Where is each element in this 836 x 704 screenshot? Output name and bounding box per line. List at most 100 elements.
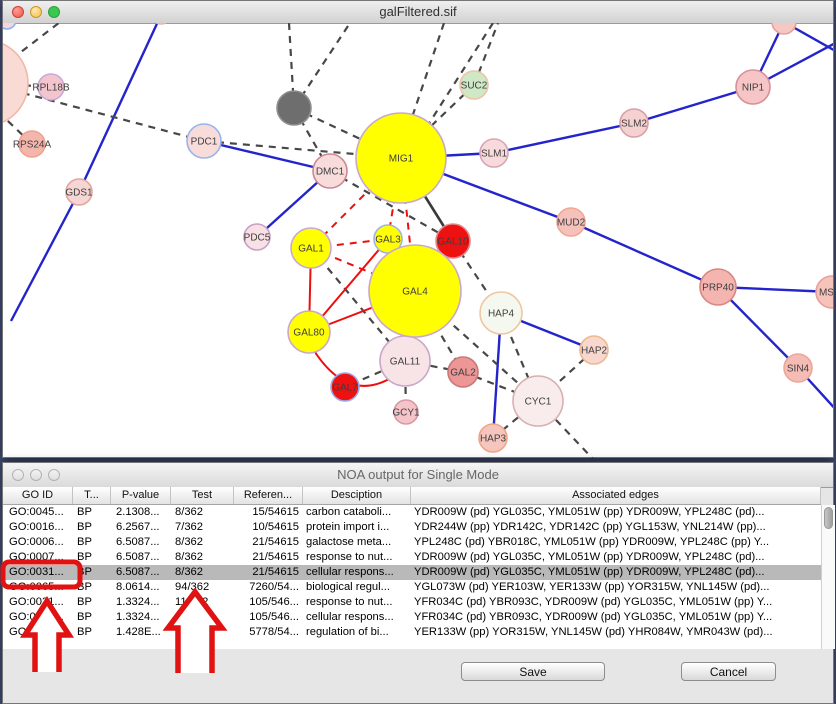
node-label: GAL3: [375, 235, 401, 246]
cell-description: carbon cataboli...: [303, 505, 411, 520]
table-row[interactable]: GO:0045...BP2.1308...8/36215/54615carbon…: [3, 505, 821, 520]
table-body: GO:0045...BP2.1308...8/36215/54615carbon…: [3, 505, 821, 649]
node-label: PDC5: [244, 233, 271, 244]
node-unlabeled[interactable]: [3, 40, 28, 126]
edge-blue[interactable]: [494, 123, 634, 153]
node-label: GAL2: [450, 368, 476, 379]
cell-reference: 7260/54...: [234, 580, 303, 595]
column-header[interactable]: GO ID: [3, 487, 73, 504]
cell-associated-edges: YGL073W (pd) YER103W, YER133W (pp) YOR31…: [411, 580, 821, 595]
node-label: CYC1: [525, 397, 552, 408]
node-unlabeled[interactable]: [277, 91, 311, 125]
network-window-title: galFiltered.sif: [3, 1, 833, 23]
network-canvas[interactable]: RPL18BRPS24AGDS1PDC1DMC1MIG1SUC2SLM1SLM2…: [3, 23, 833, 458]
cell-type: BP: [73, 505, 111, 520]
node-unlabeled[interactable]: [151, 23, 171, 24]
node-label: PDC1: [191, 137, 218, 148]
cell-go-id: GO:0065...: [3, 580, 73, 595]
node-label: RPS24A: [13, 140, 52, 151]
cell-test: 11/362: [171, 595, 234, 610]
output-window-title: NOA output for Single Mode: [3, 463, 833, 487]
column-header[interactable]: P-value: [111, 487, 171, 504]
cell-go-id: GO:0031...: [3, 565, 73, 580]
cell-test: 8/362: [171, 565, 234, 580]
column-header[interactable]: T...: [73, 487, 111, 504]
cell-description: galactose meta...: [303, 535, 411, 550]
cell-p-value: 6.5087...: [111, 565, 171, 580]
output-window-titlebar[interactable]: NOA output for Single Mode: [3, 463, 833, 488]
cell-type: BP: [73, 565, 111, 580]
cell-p-value: 1.428E...: [111, 625, 171, 640]
cell-type: BP: [73, 580, 111, 595]
vertical-scrollbar[interactable]: [821, 505, 835, 649]
edge-blue[interactable]: [571, 222, 718, 287]
cell-reference: 21/54615: [234, 565, 303, 580]
column-header[interactable]: Referen...: [234, 487, 303, 504]
table-row[interactable]: GO:0065...BP8.0614...94/3627260/54...bio…: [3, 580, 821, 595]
node-label: HAP3: [480, 434, 507, 445]
node-unlabeled[interactable]: [772, 23, 796, 34]
cell-p-value: 6.5087...: [111, 535, 171, 550]
table-row[interactable]: GO:0006...BP6.5087...8/36221/54615galact…: [3, 535, 821, 550]
cell-reference: 21/54615: [234, 550, 303, 565]
cell-associated-edges: YER133W (pp) YOR315W, YNL145W (pd) YHR08…: [411, 625, 821, 640]
node-label: GAL80: [293, 328, 325, 339]
cell-reference: 105/546...: [234, 610, 303, 625]
node-label: SLM2: [621, 119, 648, 130]
node-label: SLM1: [481, 149, 508, 160]
scrollbar-thumb[interactable]: [824, 507, 833, 529]
cell-associated-edges: YDR009W (pd) YGL035C, YML051W (pp) YDR00…: [411, 505, 821, 520]
cell-test: 8/362: [171, 550, 234, 565]
network-window-titlebar[interactable]: galFiltered.sif: [3, 1, 833, 24]
node-label: MIG1: [389, 154, 414, 165]
table-row[interactable]: GO:0031...BP1.3324...11/362105/546...cel…: [3, 610, 821, 625]
column-header[interactable]: Associated edges: [411, 487, 821, 504]
cell-p-value: 6.2567...: [111, 520, 171, 535]
cell-type: BP: [73, 535, 111, 550]
cell-description: cellular respons...: [303, 610, 411, 625]
cell-go-id: GO:0045...: [3, 505, 73, 520]
column-header[interactable]: Desciption: [303, 487, 411, 504]
cell-test: 8/362: [171, 505, 234, 520]
cell-test: 7/362: [171, 520, 234, 535]
node-label: GAL4: [402, 287, 428, 298]
node-label: HAP4: [488, 309, 515, 320]
cancel-button[interactable]: Cancel: [681, 662, 776, 681]
save-button[interactable]: Save: [461, 662, 605, 681]
node-label: SUC2: [461, 81, 488, 92]
cell-description: response to nut...: [303, 550, 411, 565]
cell-reference: 105/546...: [234, 595, 303, 610]
node-label: GAL10: [437, 237, 469, 248]
cell-reference: 5778/54...: [234, 625, 303, 640]
node-label: GCY1: [392, 408, 420, 419]
table-row[interactable]: GO:0016...BP6.2567...7/36210/54615protei…: [3, 520, 821, 535]
edge-blue[interactable]: [79, 23, 161, 192]
cell-reference: 15/54615: [234, 505, 303, 520]
cell-go-id: GO:0016...: [3, 520, 73, 535]
cell-p-value: 1.3324...: [111, 595, 171, 610]
column-header[interactable]: Test: [171, 487, 234, 504]
cell-associated-edges: YDR009W (pd) YGL035C, YML051W (pp) YDR00…: [411, 565, 821, 580]
cell-associated-edges: YFR034C (pd) YBR093C, YDR009W (pd) YGL03…: [411, 595, 821, 610]
node-label: SIN4: [787, 364, 810, 375]
cell-type: BP: [73, 595, 111, 610]
cell-associated-edges: YPL248C (pd) YBR018C, YML051W (pp) YDR00…: [411, 535, 821, 550]
cell-test: 8/362: [171, 535, 234, 550]
cell-description: response to nut...: [303, 595, 411, 610]
cell-reference: 10/54615: [234, 520, 303, 535]
cell-type: BP: [73, 625, 111, 640]
cell-description: cellular respons...: [303, 565, 411, 580]
cell-go-id: GO:0007...: [3, 550, 73, 565]
table-row[interactable]: GO:0050...BP1.428E...80/3625778/54...reg…: [3, 625, 821, 640]
node-unlabeled[interactable]: [3, 23, 16, 29]
cell-description: biological regul...: [303, 580, 411, 595]
table-row[interactable]: GO:0007...BP6.5087...8/36221/54615respon…: [3, 550, 821, 565]
edge-blue[interactable]: [634, 87, 753, 123]
node-label: GDS1: [65, 188, 93, 199]
table-row[interactable]: GO:0031...BP6.5087...8/36221/54615cellul…: [3, 565, 821, 580]
cell-p-value: 8.0614...: [111, 580, 171, 595]
cell-p-value: 1.3324...: [111, 610, 171, 625]
edge-blue[interactable]: [204, 141, 330, 171]
table-row[interactable]: GO:0031...BP1.3324...11/362105/546...res…: [3, 595, 821, 610]
edge-blue[interactable]: [11, 192, 79, 321]
